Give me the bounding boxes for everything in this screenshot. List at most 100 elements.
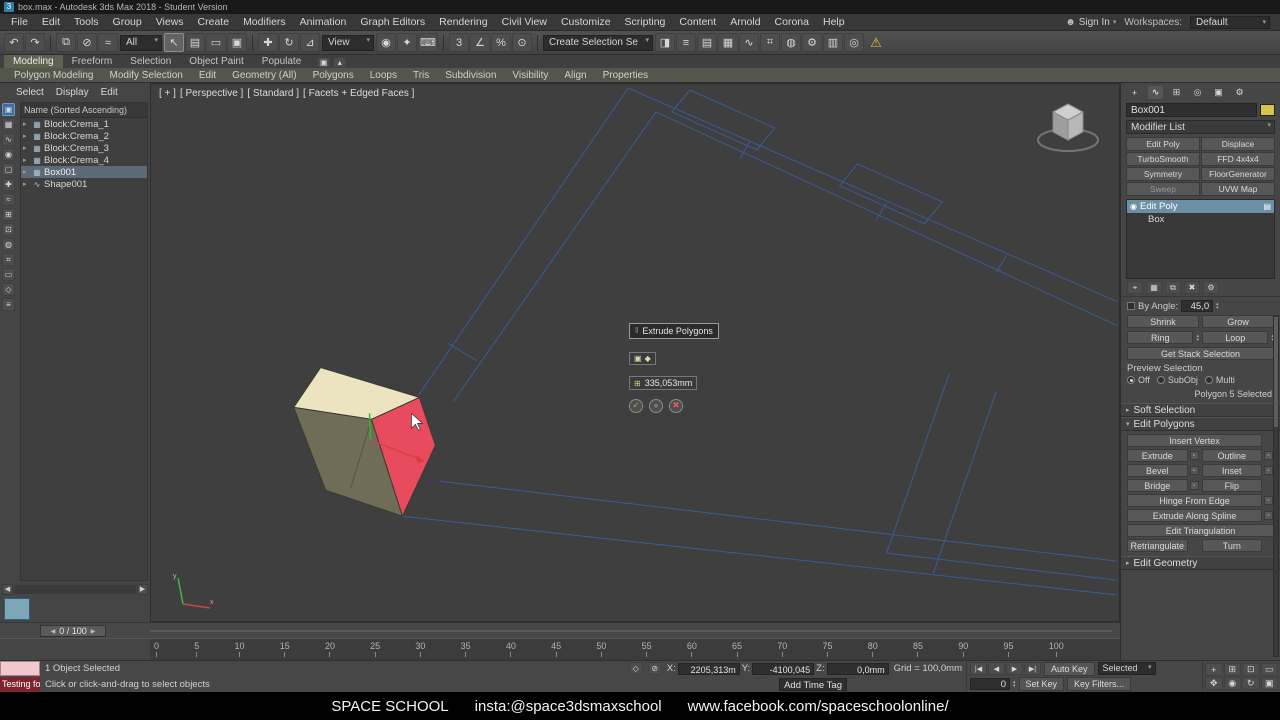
- ribbon-panel-title[interactable]: Tris: [405, 70, 437, 81]
- preview-multi-radio[interactable]: [1204, 376, 1213, 384]
- modifier-preset-button[interactable]: Sweep: [1126, 182, 1200, 196]
- menu-item[interactable]: File: [4, 15, 35, 29]
- time-slider-handle[interactable]: ◀ 0 / 100 ▶: [40, 625, 106, 637]
- go-to-start-icon[interactable]: |◀: [970, 662, 987, 676]
- keyboard-shortcut-override-icon[interactable]: ⌨: [418, 33, 438, 52]
- select-and-rotate-icon[interactable]: ↻: [279, 33, 299, 52]
- loop-button[interactable]: Loop: [1202, 331, 1269, 344]
- explorer-hidden-filter-icon[interactable]: ≡: [2, 298, 15, 311]
- expander-icon[interactable]: ▸: [23, 156, 30, 164]
- ribbon-panel-title[interactable]: Align: [556, 70, 594, 81]
- shrink-button[interactable]: Shrink: [1127, 315, 1199, 328]
- mirror-icon[interactable]: ◨: [655, 33, 675, 52]
- go-to-end-icon[interactable]: ▶|: [1024, 662, 1041, 676]
- select-and-manipulate-icon[interactable]: ✦: [397, 33, 417, 52]
- bevel-button[interactable]: Bevel: [1127, 464, 1188, 477]
- current-frame-field[interactable]: 0: [970, 678, 1010, 691]
- z-coordinate-field[interactable]: 0,0mm: [826, 662, 889, 675]
- explorer-shapes-filter-icon[interactable]: ∿: [2, 133, 15, 146]
- ring-spinner[interactable]: ▴ ▾: [1196, 333, 1199, 342]
- pan-icon[interactable]: ✥: [1205, 677, 1223, 690]
- caddy-cancel-button[interactable]: ✖: [669, 398, 683, 413]
- caddy-ok-button[interactable]: ✓: [629, 398, 643, 413]
- perspective-viewport[interactable]: [ + ] [ Perspective ] [ Standard ] [ Fac…: [150, 83, 1120, 622]
- grow-button[interactable]: Grow: [1202, 315, 1274, 328]
- modifier-preset-button[interactable]: TurboSmooth: [1126, 152, 1200, 166]
- isolate-selection-icon[interactable]: ◇: [628, 662, 643, 676]
- viewport-shading-label[interactable]: [ Facets + Edged Faces ]: [303, 88, 414, 99]
- menu-item[interactable]: Create: [191, 15, 237, 29]
- bridge-settings-button[interactable]: ▫: [1189, 481, 1199, 490]
- menu-item[interactable]: Graph Editors: [353, 15, 432, 29]
- align-icon[interactable]: ≡: [676, 33, 696, 52]
- scene-object-row[interactable]: ▸ ▦ Block:Crema_2: [21, 130, 147, 142]
- extrude-settings-button[interactable]: ▫: [1189, 451, 1199, 460]
- select-and-move-icon[interactable]: ✚: [258, 33, 278, 52]
- walk-through-icon[interactable]: ◉: [1223, 677, 1241, 690]
- explorer-materials-filter-icon[interactable]: ◍: [2, 238, 15, 251]
- ribbon-panel-title[interactable]: Subdivision: [437, 70, 504, 81]
- hinge-settings-button[interactable]: ▫: [1264, 496, 1273, 505]
- zoom-region-icon[interactable]: ▭: [1260, 663, 1278, 676]
- redo-icon[interactable]: ↷: [25, 33, 45, 52]
- previous-frame-icon[interactable]: ◀: [988, 662, 1005, 676]
- workspaces-dropdown[interactable]: Default ▾: [1190, 15, 1270, 29]
- soft-selection-rollout[interactable]: ▸ Soft Selection: [1121, 403, 1280, 417]
- track-bar[interactable]: 0 5 10 15 20 25 30 35 40 45 50 55 60 65 …: [0, 638, 1120, 660]
- inset-button[interactable]: Inset: [1201, 464, 1262, 477]
- explorer-frozen-filter-icon[interactable]: ◇: [2, 283, 15, 296]
- explorer-h-scrollbar[interactable]: ◀ ▶: [2, 583, 148, 595]
- material-editor-icon[interactable]: ◍: [781, 33, 801, 52]
- viewport-layout-tab[interactable]: [4, 598, 30, 620]
- menu-item[interactable]: Civil View: [495, 15, 554, 29]
- explorer-select-icon[interactable]: ▣: [2, 103, 15, 116]
- retriangulate-button[interactable]: Retriangulate: [1127, 539, 1188, 552]
- frame-forward-icon[interactable]: ▶: [91, 628, 96, 635]
- by-angle-spinner[interactable]: ▴ ▾: [1216, 302, 1219, 311]
- explorer-lights-filter-icon[interactable]: ◉: [2, 148, 15, 161]
- select-object-icon[interactable]: ↖: [164, 33, 184, 52]
- make-unique-icon[interactable]: ⧉: [1165, 281, 1181, 294]
- extrude-along-spline-button[interactable]: Extrude Along Spline: [1127, 509, 1262, 522]
- macro-recorder-field[interactable]: [0, 661, 40, 677]
- get-stack-selection-button[interactable]: Get Stack Selection: [1127, 347, 1274, 360]
- menu-item[interactable]: Tools: [67, 15, 106, 29]
- orbit-icon[interactable]: ↻: [1242, 677, 1260, 690]
- render-setup-icon[interactable]: ⚙: [802, 33, 822, 52]
- outline-settings-button[interactable]: ▫: [1264, 451, 1273, 460]
- frame-spinner[interactable]: ▴ ▾: [1013, 680, 1016, 689]
- reference-coordinate-dropdown[interactable]: View ▾: [322, 34, 374, 51]
- explorer-menu-button[interactable]: Select: [12, 86, 48, 99]
- maximize-viewport-icon[interactable]: ▣: [1260, 677, 1278, 690]
- sign-in-button[interactable]: ☻ Sign In ▾: [1065, 17, 1116, 28]
- snap-toggle-3d-icon[interactable]: 3: [449, 33, 469, 52]
- display-tab-icon[interactable]: ▣: [1211, 86, 1226, 99]
- viewport-pov-label[interactable]: [ Perspective ]: [180, 88, 243, 99]
- visibility-eye-icon[interactable]: ◉: [1130, 202, 1137, 211]
- create-tab-icon[interactable]: +: [1127, 86, 1142, 99]
- unlink-selection-icon[interactable]: ⊘: [77, 33, 97, 52]
- play-icon[interactable]: ▶: [1006, 662, 1023, 676]
- edit-polygons-rollout[interactable]: ▾ Edit Polygons: [1121, 417, 1280, 431]
- modifier-stack-row[interactable]: Box: [1127, 213, 1274, 226]
- sort-header[interactable]: Name (Sorted Ascending): [21, 103, 147, 118]
- menu-item[interactable]: Rendering: [432, 15, 494, 29]
- ribbon-panel-title[interactable]: Properties: [595, 70, 657, 81]
- extrude-type-toggle[interactable]: ▣ ◆: [629, 351, 656, 365]
- time-slider[interactable]: ◀ 0 / 100 ▶: [0, 622, 1120, 638]
- maxscript-listener-field[interactable]: Testing fo: [0, 676, 40, 692]
- by-angle-value[interactable]: 45,0: [1181, 300, 1214, 312]
- menu-item[interactable]: Views: [149, 15, 191, 29]
- modifier-preset-button[interactable]: Displace: [1201, 137, 1275, 151]
- turn-button[interactable]: Turn: [1201, 539, 1262, 552]
- modifier-preset-button[interactable]: UVW Map: [1201, 182, 1275, 196]
- ribbon-panel-title[interactable]: Modify Selection: [102, 70, 191, 81]
- bridge-button[interactable]: Bridge: [1127, 479, 1188, 492]
- ribbon-config-icon[interactable]: ▣: [317, 57, 331, 68]
- warning-icon[interactable]: ⚠: [866, 33, 886, 52]
- frame-back-icon[interactable]: ◀: [51, 628, 56, 635]
- expander-icon[interactable]: ▸: [23, 132, 30, 140]
- x-coordinate-field[interactable]: 2205,313m: [677, 662, 740, 675]
- edit-triangulation-button[interactable]: Edit Triangulation: [1127, 524, 1274, 537]
- explorer-containers-filter-icon[interactable]: ▭: [2, 268, 15, 281]
